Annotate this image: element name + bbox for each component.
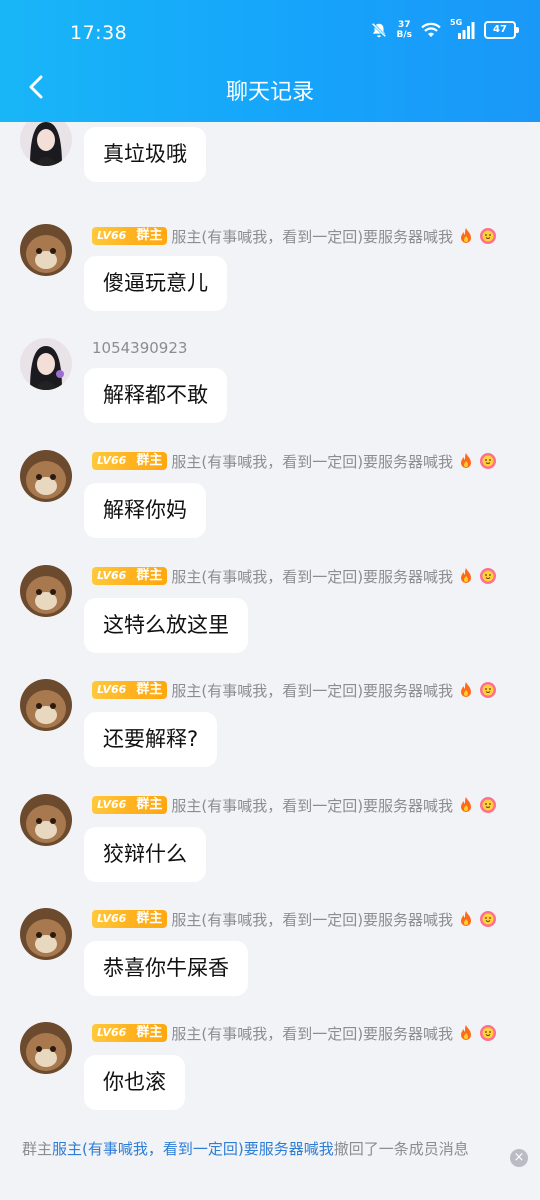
avatar[interactable] (20, 338, 72, 390)
avatar[interactable] (20, 450, 72, 502)
signal-icon: 5G (450, 18, 476, 39)
face-flower-icon (480, 797, 497, 813)
level-badge: LV66 (92, 452, 132, 470)
fire-icon (461, 568, 472, 583)
fire-icon (461, 453, 472, 468)
message-item: LV66 群主 服主(有事喊我，看到一定回)要服务器喊我 傻逼玩意儿 (0, 222, 540, 332)
face-flower-icon (480, 568, 497, 584)
avatar[interactable] (20, 908, 72, 960)
message-item: LV66 群主 服主(有事喊我，看到一定回)要服务器喊我 这特么放这里 (0, 565, 540, 675)
message-bubble[interactable]: 傻逼玩意儿 (84, 256, 227, 311)
face-flower-icon (480, 228, 497, 244)
message-bubble[interactable]: 解释都不敢 (84, 368, 227, 423)
sender-nickname: 服主(有事喊我，看到一定回)要服务器喊我 (171, 567, 454, 586)
avatar[interactable] (20, 122, 72, 166)
chat-history[interactable]: 1054390923 真垃圾哦 LV66 群主 服主(有事喊我，看到一定回)要服… (0, 122, 540, 1130)
speed-unit: B/s (396, 30, 412, 40)
message-bubble[interactable]: 这特么放这里 (84, 598, 248, 653)
sender-nickname: 服主(有事喊我，看到一定回)要服务器喊我 (171, 910, 454, 929)
avatar[interactable] (20, 679, 72, 731)
close-icon[interactable]: × (510, 1149, 528, 1167)
message-meta: LV66 群主 服主(有事喊我，看到一定回)要服务器喊我 (92, 679, 497, 701)
message-item: 1054390923 解释都不敢 (0, 336, 540, 446)
message-item: LV66 群主 服主(有事喊我，看到一定回)要服务器喊我 你也滚 (0, 1022, 540, 1130)
sender-id: 1054390923 (92, 339, 188, 357)
face-flower-icon (480, 1025, 497, 1041)
message-meta: LV66 群主 服主(有事喊我，看到一定回)要服务器喊我 (92, 450, 497, 472)
status-icons: 37 B/s 5G 47 (370, 18, 519, 40)
role-badge: 群主 (131, 681, 168, 699)
message-bubble[interactable]: 真垃圾哦 (84, 127, 206, 182)
role-badge: 群主 (131, 910, 168, 928)
avatar[interactable] (20, 224, 72, 276)
fire-icon (461, 797, 472, 812)
message-meta: LV66 群主 服主(有事喊我，看到一定回)要服务器喊我 (92, 1022, 497, 1044)
recall-notice: 群主服主(有事喊我，看到一定回)要服务器喊我撤回了一条成员消息 (22, 1140, 492, 1158)
recall-user-link[interactable]: 服主(有事喊我，看到一定回)要服务器喊我 (52, 1140, 334, 1158)
message-item: LV66 群主 服主(有事喊我，看到一定回)要服务器喊我 狡辩什么 (0, 794, 540, 904)
speed-value: 37 (397, 20, 411, 30)
level-badge: LV66 (92, 796, 132, 814)
battery-icon: 47 (484, 21, 519, 39)
role-badge: 群主 (131, 796, 168, 814)
recall-prefix: 群主 (22, 1140, 53, 1158)
page-title: 聊天记录 (225, 80, 314, 105)
message-meta: LV66 群主 服主(有事喊我，看到一定回)要服务器喊我 (92, 908, 497, 930)
level-badge: LV66 (92, 227, 132, 245)
message-bubble[interactable]: 你也滚 (84, 1055, 185, 1110)
role-badge: 群主 (131, 567, 168, 585)
message-item: LV66 群主 服主(有事喊我，看到一定回)要服务器喊我 解释你妈 (0, 450, 540, 560)
face-flower-icon (480, 682, 497, 698)
mute-bell-icon (372, 22, 387, 38)
face-flower-icon (480, 911, 497, 927)
status-time: 17:38 (70, 22, 128, 44)
message-item: LV66 群主 服主(有事喊我，看到一定回)要服务器喊我 恭喜你牛屎香 (0, 908, 540, 1018)
fire-icon (461, 682, 472, 697)
message-meta: LV66 群主 服主(有事喊我，看到一定回)要服务器喊我 (92, 794, 497, 816)
role-badge: 群主 (131, 452, 168, 470)
avatar[interactable] (20, 794, 72, 846)
sender-nickname: 服主(有事喊我，看到一定回)要服务器喊我 (171, 452, 454, 471)
avatar[interactable] (20, 565, 72, 617)
role-badge: 群主 (131, 1024, 168, 1042)
message-bubble[interactable]: 狡辩什么 (84, 827, 206, 882)
message-bubble[interactable]: 恭喜你牛屎香 (84, 941, 248, 996)
nav-bar: 聊天记录 (0, 66, 540, 110)
level-badge: LV66 (92, 910, 132, 928)
message-bubble[interactable]: 还要解释? (84, 712, 218, 767)
fire-icon (461, 1025, 472, 1040)
header-bar: 17:38 37 B/s 5G 47 聊天记录 (0, 0, 540, 122)
recall-suffix: 撤回了一条成员消息 (333, 1140, 469, 1158)
sender-nickname: 服主(有事喊我，看到一定回)要服务器喊我 (171, 1024, 454, 1043)
message-meta: LV66 群主 服主(有事喊我，看到一定回)要服务器喊我 (92, 225, 497, 247)
message-item: 1054390923 真垃圾哦 (0, 122, 540, 218)
message-bubble[interactable]: 解释你妈 (84, 483, 206, 538)
wifi-icon (421, 22, 441, 37)
level-badge: LV66 (92, 567, 132, 585)
network-speed: 37 B/s (396, 20, 412, 40)
fire-icon (461, 228, 472, 243)
recall-notice-bar: 群主服主(有事喊我，看到一定回)要服务器喊我撤回了一条成员消息 × (0, 1130, 540, 1200)
level-badge: LV66 (92, 1024, 132, 1042)
message-meta: 1054390923 (92, 337, 187, 359)
status-bar: 17:38 37 B/s 5G 47 (0, 14, 540, 54)
message-meta: LV66 群主 服主(有事喊我，看到一定回)要服务器喊我 (92, 565, 497, 587)
sender-nickname: 服主(有事喊我，看到一定回)要服务器喊我 (171, 227, 454, 246)
avatar[interactable] (20, 1022, 72, 1074)
level-badge: LV66 (92, 681, 132, 699)
sender-id: 1054390923 (92, 122, 187, 124)
message-meta: 1054390923 (92, 122, 187, 126)
sender-nickname: 服主(有事喊我，看到一定回)要服务器喊我 (171, 796, 454, 815)
message-item: LV66 群主 服主(有事喊我，看到一定回)要服务器喊我 还要解释? (0, 679, 540, 789)
face-flower-icon (480, 453, 497, 469)
fire-icon (461, 911, 472, 926)
role-badge: 群主 (131, 227, 168, 245)
sender-nickname: 服主(有事喊我，看到一定回)要服务器喊我 (171, 681, 454, 700)
